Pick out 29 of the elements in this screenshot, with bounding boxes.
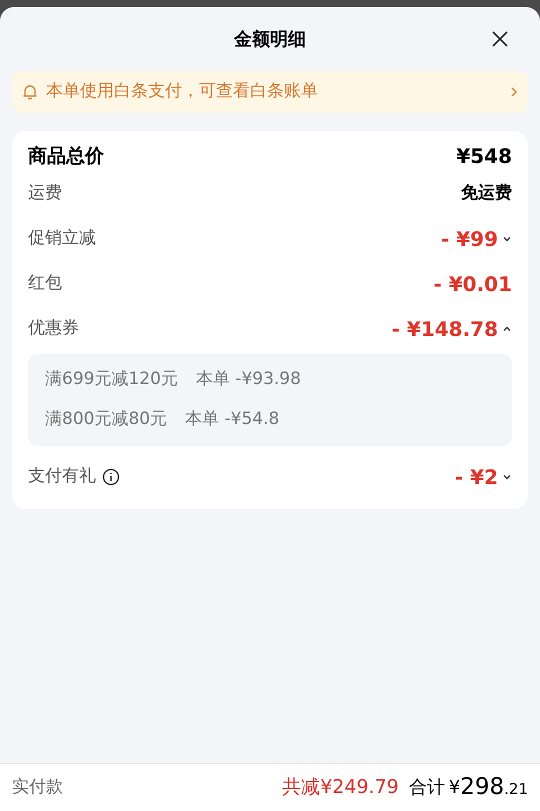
currency-sign: ¥ [448,776,460,800]
saved-amount: 共减¥249.79 [282,775,399,800]
row-amount: - ¥0.01 [433,270,512,298]
row-label: 运费 [28,182,62,205]
info-icon[interactable] [102,468,120,486]
notice-banner[interactable]: 本单使用白条支付，可查看白条账单 [12,71,528,113]
coupon-rule: 满699元减120元 [45,368,178,392]
row-amount: - ¥2 [454,464,498,490]
row-amount: - ¥99 [440,226,498,252]
row-amount: ¥548 [456,143,512,170]
row-label: 支付有礼 [28,464,96,488]
notice-text: 本单使用白条支付，可查看白条账单 [46,80,319,104]
coupon-share: 本单 -¥93.98 [196,368,301,392]
coupon-share: 本单 -¥54.8 [185,408,280,432]
pay-label: 实付款 [12,776,64,799]
total-label: 合计 [408,776,445,800]
total-decimal: .21 [504,778,528,800]
row-amount: - ¥148.78 [392,316,498,342]
row-label: 红包 [28,272,62,295]
row-amount: 免运费 [461,182,512,205]
bell-icon [22,83,38,101]
row-label: 商品总价 [28,144,104,169]
chevron-right-icon [510,86,518,98]
row-label: 优惠券 [28,316,79,340]
row-label: 促销立减 [28,226,96,250]
total-integer: 298 [460,773,504,802]
coupon-rule: 满800元减80元 [45,408,168,432]
close-icon[interactable] [491,30,509,48]
sheet-title: 金额明细 [234,28,306,52]
